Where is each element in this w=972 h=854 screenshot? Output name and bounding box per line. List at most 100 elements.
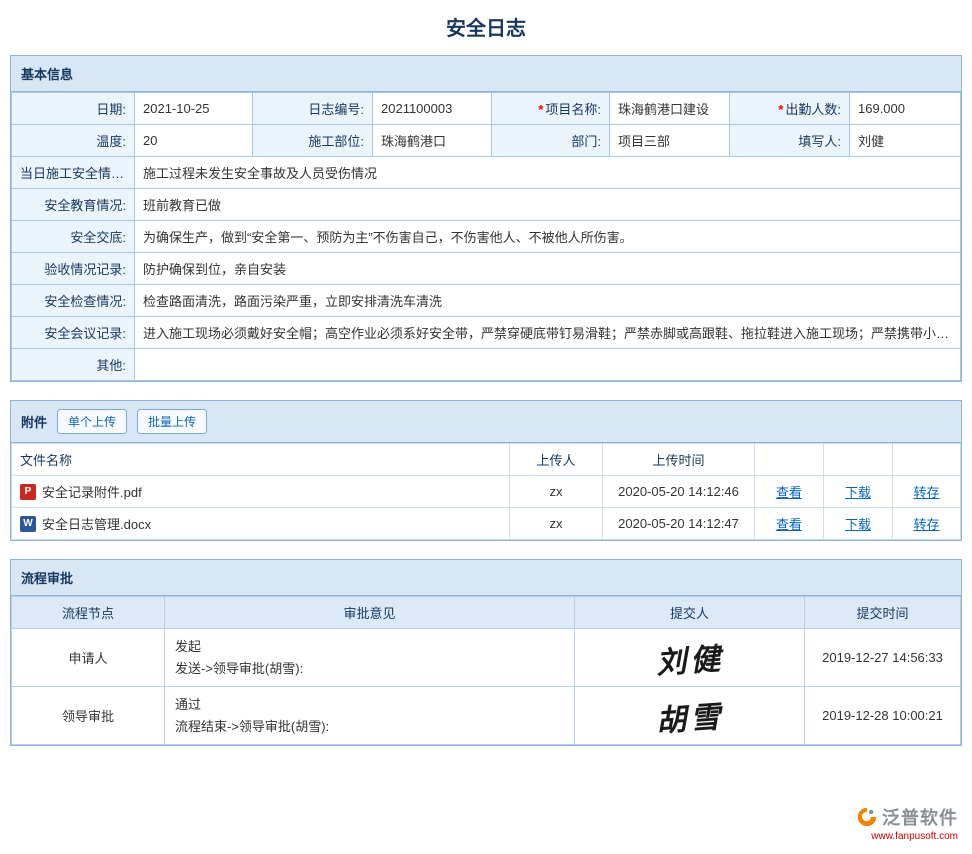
opinion-line-1: 通过: [175, 694, 564, 716]
field-label-safety-inspection: 安全检查情况:: [12, 285, 135, 317]
signature: 胡雪: [654, 691, 725, 740]
field-label-safety-education: 安全教育情况:: [12, 189, 135, 221]
field-value-department: 项目三部: [610, 125, 730, 157]
col-header-actions: [755, 444, 824, 476]
download-link[interactable]: 下载: [845, 517, 871, 532]
upload-time-cell: 2020-05-20 14:12:46: [603, 476, 755, 508]
single-upload-button[interactable]: 单个上传: [57, 409, 127, 434]
basic-info-header: 基本信息: [11, 56, 961, 92]
file-name: 安全日志管理.docx: [42, 514, 151, 533]
field-value-acceptance-record: 防护确保到位，亲自安装: [135, 253, 961, 285]
table-row: 日期: 2021-10-25 日志编号: 2021100003 *项目名称: 珠…: [12, 93, 961, 125]
table-row: 验收情况记录: 防护确保到位，亲自安装: [12, 253, 961, 285]
fanpu-logo-icon: [856, 806, 878, 828]
field-value-temperature: 20: [135, 125, 253, 157]
submitter-cell: 刘健: [575, 629, 805, 687]
attachments-header: 附件 单个上传 批量上传: [11, 401, 961, 443]
field-label-temperature: 温度:: [12, 125, 135, 157]
table-row: 领导审批 通过 流程结束->领导审批(胡雪): 胡雪 2019-12-28 10…: [12, 687, 961, 745]
flow-node-cell: 申请人: [12, 629, 165, 687]
submitter-cell: 胡雪: [575, 687, 805, 745]
upload-time-cell: 2020-05-20 14:12:47: [603, 508, 755, 540]
opinion-cell: 发起 发送->领导审批(胡雪):: [165, 629, 575, 687]
basic-info-panel: 基本信息 日期: 2021-10-25 日志编号: 2021100003 *项目…: [10, 55, 962, 382]
view-link[interactable]: 查看: [776, 485, 802, 500]
brand-name: 泛普软件: [882, 804, 958, 830]
pdf-file-icon: P: [20, 484, 36, 500]
field-label-date: 日期:: [12, 93, 135, 125]
required-marker: *: [778, 102, 783, 117]
footer-brand: 泛普软件 www.fanpusoft.com: [856, 804, 958, 842]
submit-time-cell: 2019-12-27 14:56:33: [805, 629, 961, 687]
table-row: W 安全日志管理.docx zx 2020-05-20 14:12:47 查看 …: [12, 508, 961, 540]
col-header-opinion: 审批意见: [165, 597, 575, 629]
table-row: 当日施工安全情况: 施工过程未发生安全事故及人员受伤情况: [12, 157, 961, 189]
field-value-log-number: 2021100003: [373, 93, 492, 125]
field-value-writer: 刘健: [850, 125, 961, 157]
opinion-line-2: 流程结束->领导审批(胡雪):: [175, 716, 564, 738]
field-value-daily-safety-status: 施工过程未发生安全事故及人员受伤情况: [135, 157, 961, 189]
attachments-panel: 附件 单个上传 批量上传 文件名称 上传人 上传时间 P 安全记录附件.pdf …: [10, 400, 962, 541]
col-header-submitter: 提交人: [575, 597, 805, 629]
col-header-actions: [893, 444, 961, 476]
flow-node-cell: 领导审批: [12, 687, 165, 745]
table-row: 温度: 20 施工部位: 珠海鹤港口 部门: 项目三部 填写人: 刘健: [12, 125, 961, 157]
col-header-flow-node: 流程节点: [12, 597, 165, 629]
save-as-link[interactable]: 转存: [913, 485, 939, 500]
approval-header-row: 流程节点 审批意见 提交人 提交时间: [12, 597, 961, 629]
basic-info-title: 基本信息: [21, 64, 73, 83]
col-header-actions: [824, 444, 893, 476]
field-value-project-name: 珠海鹤港口建设: [610, 93, 730, 125]
approval-panel: 流程审批 流程节点 审批意见 提交人 提交时间 申请人 发起 发送->领导审批(…: [10, 559, 962, 746]
required-marker: *: [538, 102, 543, 117]
col-header-file-name: 文件名称: [12, 444, 510, 476]
field-value-construction-part: 珠海鹤港口: [373, 125, 492, 157]
table-row: P 安全记录附件.pdf zx 2020-05-20 14:12:46 查看 下…: [12, 476, 961, 508]
field-value-safety-disclosure: 为确保生产，做到“安全第一、预防为主”不伤害自己，不伤害他人、不被他人所伤害。: [135, 221, 961, 253]
table-row: 安全检查情况: 检查路面清洗，路面污染严重，立即安排清洗车清洗: [12, 285, 961, 317]
submit-time-cell: 2019-12-28 10:00:21: [805, 687, 961, 745]
field-value-other: [135, 349, 961, 381]
field-label-department: 部门:: [492, 125, 610, 157]
approval-table: 流程节点 审批意见 提交人 提交时间 申请人 发起 发送->领导审批(胡雪): …: [11, 596, 961, 745]
field-value-date: 2021-10-25: [135, 93, 253, 125]
field-value-safety-meeting-record: 进入施工现场必须戴好安全帽；高空作业必须系好安全带，严禁穿硬底带钉易滑鞋；严禁赤…: [135, 317, 961, 349]
word-file-icon: W: [20, 516, 36, 532]
col-header-submit-time: 提交时间: [805, 597, 961, 629]
view-link[interactable]: 查看: [776, 517, 802, 532]
field-label-log-number: 日志编号:: [253, 93, 373, 125]
field-label-other: 其他:: [12, 349, 135, 381]
attachments-header-row: 文件名称 上传人 上传时间: [12, 444, 961, 476]
download-link[interactable]: 下载: [845, 485, 871, 500]
opinion-line-2: 发送->领导审批(胡雪):: [175, 658, 564, 680]
opinion-line-1: 发起: [175, 636, 564, 658]
table-row: 申请人 发起 发送->领导审批(胡雪): 刘健 2019-12-27 14:56…: [12, 629, 961, 687]
signature: 刘健: [654, 633, 725, 682]
save-as-link[interactable]: 转存: [913, 517, 939, 532]
file-name-cell: W 安全日志管理.docx: [12, 508, 510, 540]
uploader-cell: zx: [510, 476, 603, 508]
field-value-safety-education: 班前教育已做: [135, 189, 961, 221]
batch-upload-button[interactable]: 批量上传: [137, 409, 207, 434]
col-header-uploader: 上传人: [510, 444, 603, 476]
field-label-construction-part: 施工部位:: [253, 125, 373, 157]
file-name-cell: P 安全记录附件.pdf: [12, 476, 510, 508]
file-name: 安全记录附件.pdf: [42, 482, 142, 501]
field-label-writer: 填写人:: [730, 125, 850, 157]
field-label-attendance-count-text: 出勤人数:: [785, 102, 841, 117]
field-label-safety-meeting-record: 安全会议记录:: [12, 317, 135, 349]
field-label-daily-safety-status: 当日施工安全情况:: [12, 157, 135, 189]
field-label-project-name-text: 项目名称:: [545, 102, 601, 117]
col-header-upload-time: 上传时间: [603, 444, 755, 476]
page-title: 安全日志: [0, 12, 972, 41]
approval-header: 流程审批: [11, 560, 961, 596]
field-label-safety-disclosure: 安全交底:: [12, 221, 135, 253]
basic-info-table: 日期: 2021-10-25 日志编号: 2021100003 *项目名称: 珠…: [11, 92, 961, 381]
table-row: 其他:: [12, 349, 961, 381]
uploader-cell: zx: [510, 508, 603, 540]
table-row: 安全教育情况: 班前教育已做: [12, 189, 961, 221]
table-row: 安全会议记录: 进入施工现场必须戴好安全帽；高空作业必须系好安全带，严禁穿硬底带…: [12, 317, 961, 349]
field-value-attendance-count: 169.000: [850, 93, 961, 125]
approval-title: 流程审批: [21, 568, 73, 587]
field-value-safety-inspection: 检查路面清洗，路面污染严重，立即安排清洗车清洗: [135, 285, 961, 317]
